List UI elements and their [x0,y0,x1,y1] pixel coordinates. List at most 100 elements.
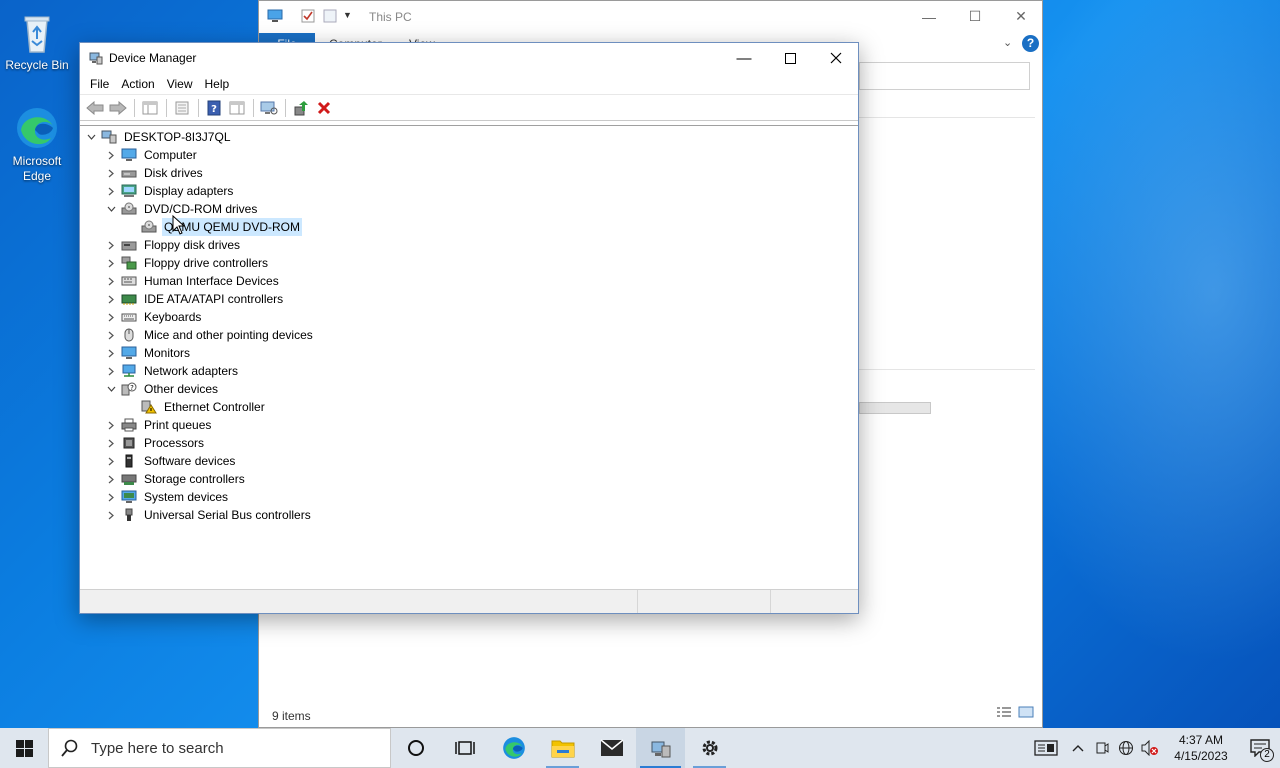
details-view-icon[interactable] [996,706,1012,721]
tree-node[interactable]: Human Interface Devices [104,272,281,290]
floppy-icon [121,238,137,252]
desktop-icon-recycle-bin[interactable]: Recycle Bin [0,8,74,73]
warning-device-icon [141,400,157,414]
tree-node[interactable]: Print queues [104,416,213,434]
menu-view[interactable]: View [161,73,199,95]
minimize-button[interactable]: — [721,43,767,73]
quick-access-properties-icon[interactable] [301,9,315,26]
tree-node[interactable]: System devices [104,488,230,506]
tree-node-label: DESKTOP-8I3J7QL [124,130,231,144]
show-hide-console-tree-button[interactable] [139,97,161,119]
device-manager-titlebar[interactable]: Device Manager — [80,43,858,73]
maximize-button[interactable] [767,43,813,73]
chevron-right-icon[interactable] [104,344,118,362]
ribbon-expand-chevron-icon[interactable]: ⌄ [1003,36,1012,49]
show-hidden-icons-chevron-icon[interactable] [1066,728,1090,768]
chevron-right-icon[interactable] [104,272,118,290]
chevron-down-icon[interactable] [84,128,98,146]
quick-access-dropdown-icon[interactable]: ▼ [343,10,352,20]
quick-access-new-folder-icon[interactable] [323,9,337,26]
device-manager-window[interactable]: Device Manager — File Action View Help ?… [79,42,859,614]
network-globe-icon[interactable] [1114,728,1138,768]
properties-button[interactable] [171,97,193,119]
scan-hardware-button[interactable] [258,97,280,119]
close-button[interactable] [813,43,859,73]
taskbar-device-manager[interactable] [636,728,685,768]
tree-node[interactable]: Processors [104,434,206,452]
explorer-maximize-button[interactable]: ☐ [952,1,998,32]
tree-node[interactable]: Storage controllers [104,470,247,488]
tree-node[interactable]: Software devices [104,452,237,470]
cortana-button[interactable] [391,728,440,768]
tree-node[interactable]: IDE ATA/ATAPI controllers [104,290,285,308]
chevron-right-icon[interactable] [104,236,118,254]
tree-node-label: Monitors [144,346,191,360]
menu-help[interactable]: Help [199,73,236,95]
tree-node[interactable]: Disk drives [104,164,205,182]
large-icons-view-icon[interactable] [1018,706,1034,721]
explorer-minimize-button[interactable]: — [906,1,952,32]
tree-node[interactable]: DESKTOP-8I3J7QL [84,128,233,146]
chevron-right-icon[interactable] [104,434,118,452]
tree-node-label: IDE ATA/ATAPI controllers [144,292,284,306]
news-widget-icon[interactable] [1026,728,1066,768]
forward-button[interactable] [107,97,129,119]
chevron-right-icon[interactable] [104,416,118,434]
tree-node[interactable]: Network adapters [104,362,240,380]
tree-node[interactable]: Keyboards [104,308,203,326]
explorer-close-button[interactable]: ✕ [998,1,1044,32]
tree-node[interactable]: Floppy drive controllers [104,254,270,272]
update-driver-button[interactable] [290,97,312,119]
taskbar-search-box[interactable]: Type here to search [48,728,391,768]
help-button[interactable]: ? [203,97,225,119]
taskbar-file-explorer[interactable] [538,728,587,768]
gear-icon [702,740,717,756]
chevron-right-icon[interactable] [104,488,118,506]
explorer-address-bar[interactable] [859,62,1030,90]
chevron-right-icon[interactable] [104,164,118,182]
chevron-right-icon[interactable] [104,146,118,164]
monitor-icon [121,148,137,162]
dvd-drive-icon [121,202,137,216]
chevron-right-icon[interactable] [104,254,118,272]
chevron-right-icon[interactable] [104,308,118,326]
tree-node-label: Processors [144,436,205,450]
chevron-right-icon[interactable] [104,290,118,308]
tree-node[interactable]: Universal Serial Bus controllers [104,506,313,524]
tree-node[interactable]: Ethernet Controller [124,398,267,416]
tree-node[interactable]: Computer [104,146,199,164]
meet-now-icon[interactable] [1090,728,1114,768]
tree-node-label: Disk drives [144,166,203,180]
tree-node[interactable]: ? Other devices [104,380,220,398]
tree-node[interactable]: Display adapters [104,182,235,200]
taskbar-mail[interactable] [587,728,636,768]
chevron-right-icon[interactable] [104,452,118,470]
chevron-right-icon[interactable] [104,182,118,200]
tree-node[interactable]: Mice and other pointing devices [104,326,315,344]
notification-center-button[interactable]: 2 [1240,728,1280,768]
chevron-down-icon[interactable] [104,200,118,218]
help-icon[interactable]: ? [1022,35,1039,52]
chevron-down-icon[interactable] [104,380,118,398]
chevron-right-icon[interactable] [104,506,118,524]
menu-file[interactable]: File [84,73,115,95]
volume-muted-icon[interactable] [1138,728,1162,768]
taskbar-edge[interactable] [489,728,538,768]
uninstall-device-button[interactable] [313,97,335,119]
tree-node[interactable]: Monitors [104,344,192,362]
chevron-right-icon[interactable] [104,362,118,380]
processor-icon [121,436,137,450]
taskbar-settings[interactable] [685,728,734,768]
task-view-button[interactable] [440,728,489,768]
tree-node[interactable]: QEMU QEMU DVD-ROM [124,218,302,236]
start-button[interactable] [0,728,48,768]
tree-node[interactable]: Floppy disk drives [104,236,242,254]
chevron-right-icon[interactable] [104,470,118,488]
device-tree[interactable]: DESKTOP-8I3J7QL Computer Disk drives Displa… [80,125,858,589]
back-button[interactable] [84,97,106,119]
clock[interactable]: 4:37 AM 4/15/2023 [1162,732,1240,764]
menu-action[interactable]: Action [115,73,160,95]
chevron-right-icon[interactable] [104,326,118,344]
action-pane-button[interactable] [226,97,248,119]
desktop-icon-microsoft-edge[interactable]: Microsoft Edge [0,104,74,184]
